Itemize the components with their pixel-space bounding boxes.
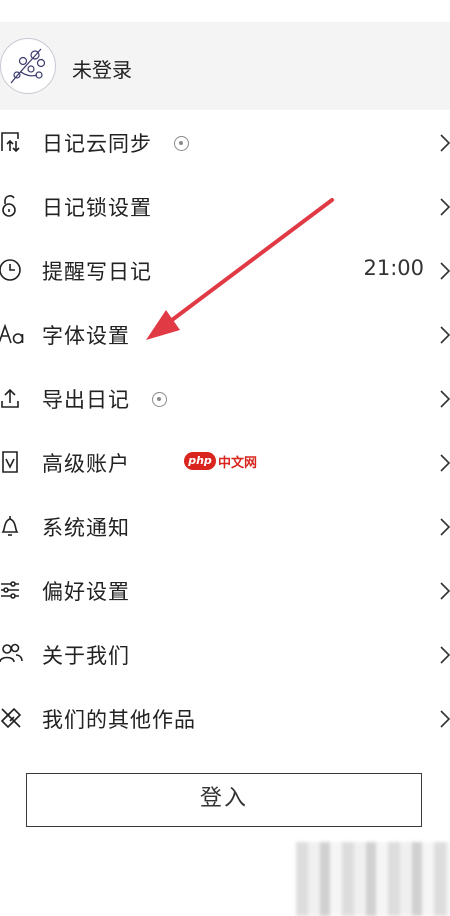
new-badge-icon [152, 392, 167, 407]
menu-label: 系统通知 [42, 516, 130, 540]
profile-header[interactable]: 未登录 [0, 22, 450, 110]
clock-icon [0, 257, 24, 283]
sliders-icon [0, 577, 24, 603]
menu-label: 关于我们 [42, 644, 130, 668]
people-icon [0, 641, 24, 667]
chevron-right-icon [438, 132, 450, 158]
watermark-logo: php [184, 452, 216, 470]
login-button[interactable]: 登入 [26, 773, 422, 827]
menu-item-reminder[interactable]: 提醒写日记 21:00 [0, 238, 450, 302]
top-strip [0, 0, 450, 22]
font-icon [0, 321, 24, 347]
floral-avatar-icon[interactable] [0, 38, 56, 94]
menu-label: 高级账户 [42, 452, 130, 476]
bell-icon [0, 513, 24, 539]
settings-menu: 日记云同步 日记锁设置 提醒写日记 21:00 字体设置 导出日记 高级账户 系… [0, 110, 450, 750]
chevron-right-icon [438, 708, 450, 734]
menu-label: 日记锁设置 [42, 196, 152, 220]
export-icon [0, 385, 24, 411]
tools-icon [0, 705, 24, 731]
menu-label: 字体设置 [42, 324, 130, 348]
chevron-right-icon [438, 196, 450, 222]
watermark-text: 中文网 [218, 455, 258, 471]
new-badge-icon [174, 136, 189, 151]
lock-icon [0, 193, 24, 219]
profile-name[interactable]: 未登录 [72, 54, 132, 83]
chevron-right-icon [438, 580, 450, 606]
blurred-region [296, 842, 450, 916]
chevron-right-icon [438, 260, 450, 286]
chevron-right-icon [438, 324, 450, 350]
premium-icon [0, 449, 24, 475]
menu-item-export[interactable]: 导出日记 [0, 366, 450, 430]
menu-label: 导出日记 [42, 388, 130, 412]
cloud-sync-icon [0, 129, 24, 155]
menu-item-font-settings[interactable]: 字体设置 [0, 302, 450, 366]
menu-item-other-works[interactable]: 我们的其他作品 [0, 686, 450, 750]
menu-label: 提醒写日记 [42, 260, 152, 284]
chevron-right-icon [438, 516, 450, 542]
chevron-right-icon [438, 452, 450, 478]
menu-label: 日记云同步 [42, 132, 152, 156]
menu-item-cloud-sync[interactable]: 日记云同步 [0, 110, 450, 174]
menu-label: 我们的其他作品 [42, 708, 196, 732]
menu-item-diary-lock[interactable]: 日记锁设置 [0, 174, 450, 238]
watermark: php 中文网 [184, 450, 257, 472]
chevron-right-icon [438, 644, 450, 670]
chevron-right-icon [438, 388, 450, 414]
menu-item-preferences[interactable]: 偏好设置 [0, 558, 450, 622]
reminder-time: 21:00 [363, 256, 424, 280]
menu-item-about[interactable]: 关于我们 [0, 622, 450, 686]
menu-label: 偏好设置 [42, 580, 130, 604]
menu-item-notifications[interactable]: 系统通知 [0, 494, 450, 558]
